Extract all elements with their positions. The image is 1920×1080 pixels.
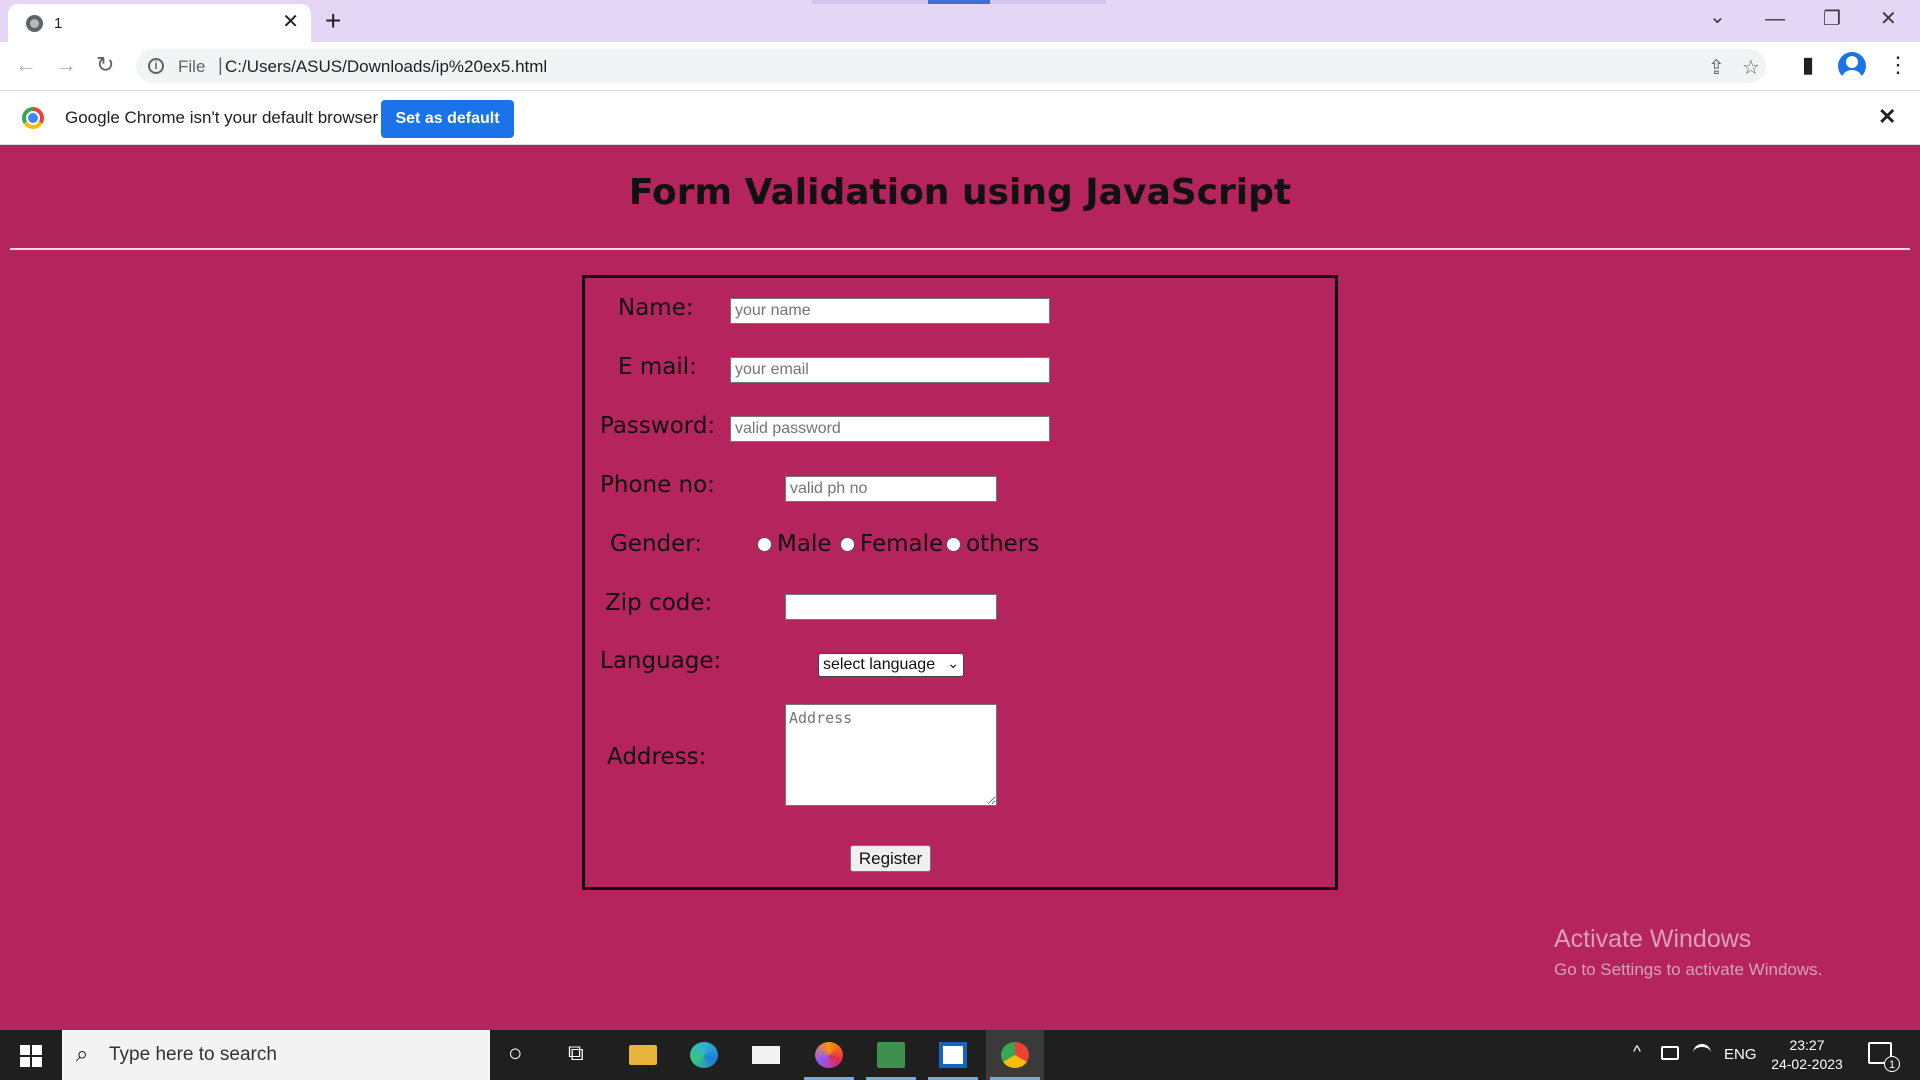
language-indicator[interactable]: ENG [1724,1046,1757,1063]
infobar-message: Google Chrome isn't your default browser [65,108,379,127]
chrome-logo-icon [22,107,44,129]
search-icon: ⌕ [76,1041,89,1066]
editor-app-icon[interactable] [862,1030,920,1080]
zip-label: Zip code: [605,590,713,616]
wifi-icon[interactable] [1693,1044,1711,1062]
address-separator: | [218,55,223,75]
gender-female-label: Female [860,531,944,557]
tab-strip-accent [928,0,990,4]
clock-date: 24-02-2023 [1771,1056,1843,1072]
activate-windows-title: Activate Windows [1554,925,1752,953]
tab-strip-highlight-2 [990,0,1106,4]
taskbar-search[interactable]: ⌕ Type here to search [62,1030,490,1080]
browser-tab-bar: 1 ✕ + ⌄ — ❐ ✕ [0,0,1920,42]
bookmark-star-icon[interactable]: ☆ [1742,55,1760,80]
gender-male-label: Male [777,531,832,557]
language-label: Language: [600,648,722,674]
zip-input[interactable] [785,594,997,620]
gender-label: Gender: [610,531,703,557]
cortana-icon[interactable]: ○ [508,1040,523,1068]
email-input[interactable] [730,357,1050,383]
horizontal-rule [10,248,1910,250]
task-view-icon[interactable]: ⧉ [568,1040,584,1066]
page-title: Form Validation using JavaScript [628,172,1292,213]
profile-avatar[interactable] [1838,52,1866,80]
firefox-icon[interactable] [800,1030,858,1080]
taskbar-search-placeholder: Type here to search [109,1044,277,1065]
password-label: Password: [600,413,716,439]
minimize-icon[interactable]: — [1765,6,1785,32]
edge-browser-icon[interactable] [675,1030,733,1080]
phone-label: Phone no: [600,472,715,498]
infobar-close-icon[interactable]: ✕ [1878,104,1896,130]
tab-title: 1 [54,15,63,32]
file-explorer-icon[interactable] [614,1030,672,1080]
blue-app-icon[interactable] [924,1030,982,1080]
tab-search-icon[interactable]: ⌄ [1709,4,1726,30]
windows-start-icon[interactable] [20,1045,42,1067]
gender-male-radio[interactable] [757,537,772,552]
gender-others-label: others [966,531,1040,557]
restore-icon[interactable]: ❐ [1823,6,1841,32]
password-input[interactable] [730,416,1050,442]
tray-chevron-icon[interactable]: ^ [1633,1042,1641,1062]
share-icon[interactable]: ⇪ [1708,55,1725,80]
browser-tab[interactable]: 1 ✕ [8,4,311,42]
forward-icon[interactable]: → [55,52,77,78]
phone-input[interactable] [785,476,997,502]
language-selected-value: select language [823,656,936,673]
activate-windows-subtitle: Go to Settings to activate Windows. [1554,960,1823,979]
email-label: E mail: [618,354,697,380]
new-tab-icon[interactable]: + [325,6,341,36]
reload-icon[interactable]: ↻ [96,52,114,78]
register-button[interactable]: Register [850,845,931,872]
mail-icon[interactable] [737,1030,795,1080]
set-as-default-button[interactable]: Set as default [381,100,514,138]
chevron-down-icon: ⌄ [947,655,959,671]
name-input[interactable] [730,298,1050,324]
side-panel-icon[interactable]: ▮ [1802,52,1814,78]
windows-taskbar: ⌕ Type here to search ○ ⧉ ^ ENG 23:27 24… [0,1030,1920,1080]
activate-windows-watermark: Activate Windows Go to Settings to activ… [1554,925,1822,980]
globe-icon [26,15,43,32]
address-url[interactable]: C:/Users/ASUS/Downloads/ip%20ex5.html [225,57,547,77]
address-bar[interactable]: i File | C:/Users/ASUS/Downloads/ip%20ex… [136,49,1766,83]
clock-time: 23:27 [1789,1037,1825,1053]
tab-close-icon[interactable]: ✕ [282,11,299,33]
gender-female-radio[interactable] [840,537,855,552]
tab-strip-highlight [812,0,930,4]
notification-count: 1 [1884,1056,1900,1072]
language-select[interactable]: select language ⌄ [818,653,964,677]
gender-others-radio[interactable] [946,537,961,552]
browser-toolbar: ← → ↻ i File | C:/Users/ASUS/Downloads/i… [0,42,1920,90]
system-clock[interactable]: 23:27 24-02-2023 [1762,1036,1852,1074]
info-icon[interactable]: i [148,58,164,74]
address-scheme: File [178,57,206,76]
default-browser-infobar: Google Chrome isn't your default browser… [0,90,1920,145]
name-label: Name: [618,295,694,321]
address-textarea[interactable] [785,704,997,806]
battery-icon[interactable] [1661,1046,1679,1060]
back-icon[interactable]: ← [15,52,37,78]
window-close-icon[interactable]: ✕ [1880,6,1897,32]
chrome-taskbar-icon[interactable] [986,1030,1044,1080]
chrome-menu-icon[interactable]: ⋮ [1887,52,1909,78]
address-label: Address: [607,744,707,770]
